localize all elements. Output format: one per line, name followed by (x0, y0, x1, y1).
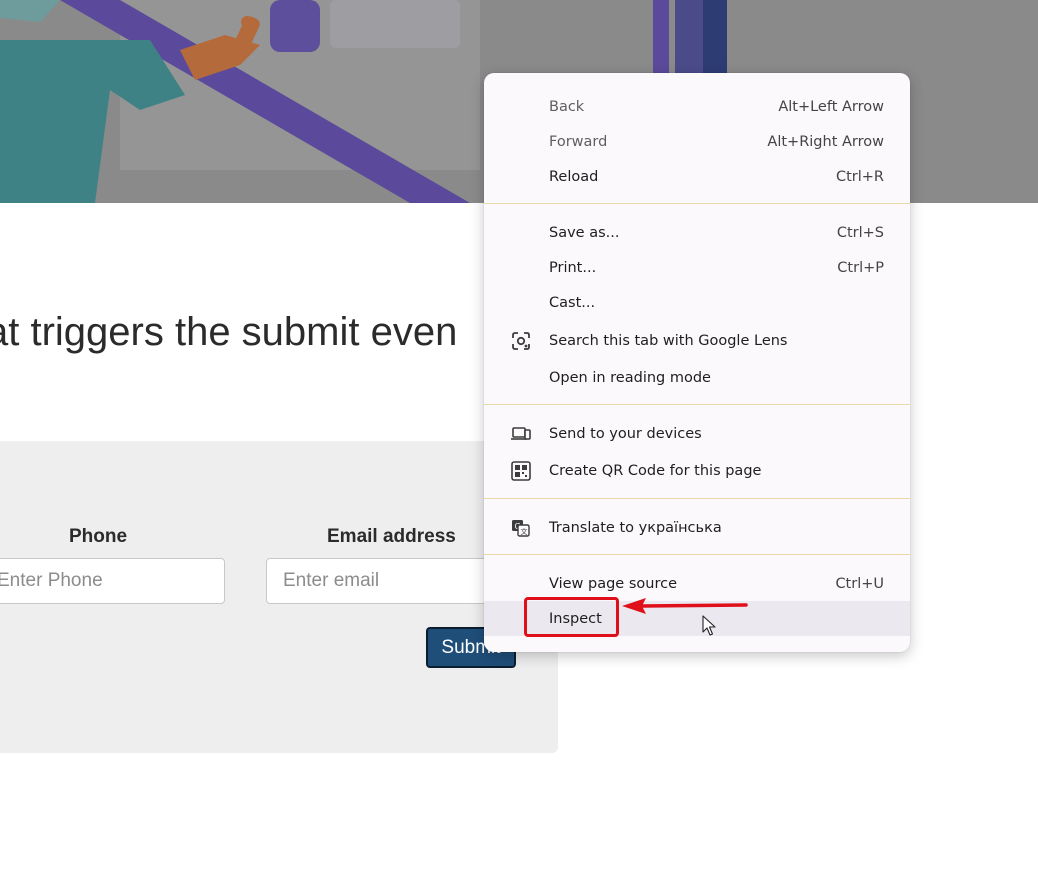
phone-input[interactable] (0, 558, 225, 604)
menu-item-label: Print... (549, 259, 597, 276)
menu-separator (484, 498, 910, 499)
menu-item-shortcut: Ctrl+P (837, 259, 884, 276)
menu-item-label: Back (549, 98, 585, 115)
menu-item-print[interactable]: Print... Ctrl+P (484, 250, 910, 285)
menu-item-shortcut: Ctrl+S (836, 224, 884, 241)
menu-separator (484, 554, 910, 555)
menu-item-forward[interactable]: Forward Alt+Right Arrow (484, 124, 910, 159)
menu-item-label: Search this tab with Google Lens (549, 332, 788, 349)
menu-item-translate[interactable]: G 文 Translate to українська (484, 510, 910, 545)
menu-item-shortcut: Alt+Right Arrow (767, 133, 884, 150)
devices-icon (511, 426, 531, 440)
menu-item-shortcut: Ctrl+U (835, 575, 884, 592)
menu-item-label: View page source (549, 575, 677, 592)
menu-item-label: Open in reading mode (549, 369, 711, 386)
menu-item-label: Reload (549, 168, 599, 185)
menu-item-label: Cast... (549, 294, 596, 311)
page-heading: at triggers the submit even (0, 310, 458, 354)
email-label: Email address (327, 526, 456, 547)
phone-label: Phone (69, 526, 128, 547)
menu-item-label: Send to your devices (549, 425, 702, 442)
inspect-highlight-box (524, 597, 619, 637)
translate-icon: G 文 (512, 519, 530, 537)
menu-item-label: Create QR Code for this page (549, 462, 762, 479)
menu-item-label: Save as... (549, 224, 620, 241)
context-menu: Back Alt+Left Arrow Forward Alt+Right Ar… (484, 73, 910, 652)
menu-item-label: Forward (549, 133, 608, 150)
menu-item-reload[interactable]: Reload Ctrl+R (484, 159, 910, 194)
menu-item-cast[interactable]: Cast... (484, 285, 910, 320)
menu-item-label: Translate to українська (549, 519, 722, 536)
menu-item-google-lens[interactable]: Search this tab with Google Lens (484, 323, 910, 358)
menu-item-shortcut: Ctrl+R (835, 168, 884, 185)
menu-item-reading-mode[interactable]: Open in reading mode (484, 360, 910, 395)
menu-separator (484, 203, 910, 204)
google-lens-icon (512, 331, 530, 350)
menu-item-send-to-devices[interactable]: Send to your devices (484, 416, 910, 451)
mouse-cursor-icon (702, 615, 716, 636)
menu-item-save-as[interactable]: Save as... Ctrl+S (484, 215, 910, 250)
menu-item-back[interactable]: Back Alt+Left Arrow (484, 89, 910, 124)
qr-code-icon (511, 460, 531, 481)
red-arrow-icon (622, 598, 748, 614)
menu-item-shortcut: Alt+Left Arrow (778, 98, 884, 115)
email-input[interactable] (266, 558, 516, 604)
menu-separator (484, 404, 910, 405)
svg-text:文: 文 (521, 527, 528, 536)
menu-item-qr-code[interactable]: Create QR Code for this page (484, 453, 910, 488)
